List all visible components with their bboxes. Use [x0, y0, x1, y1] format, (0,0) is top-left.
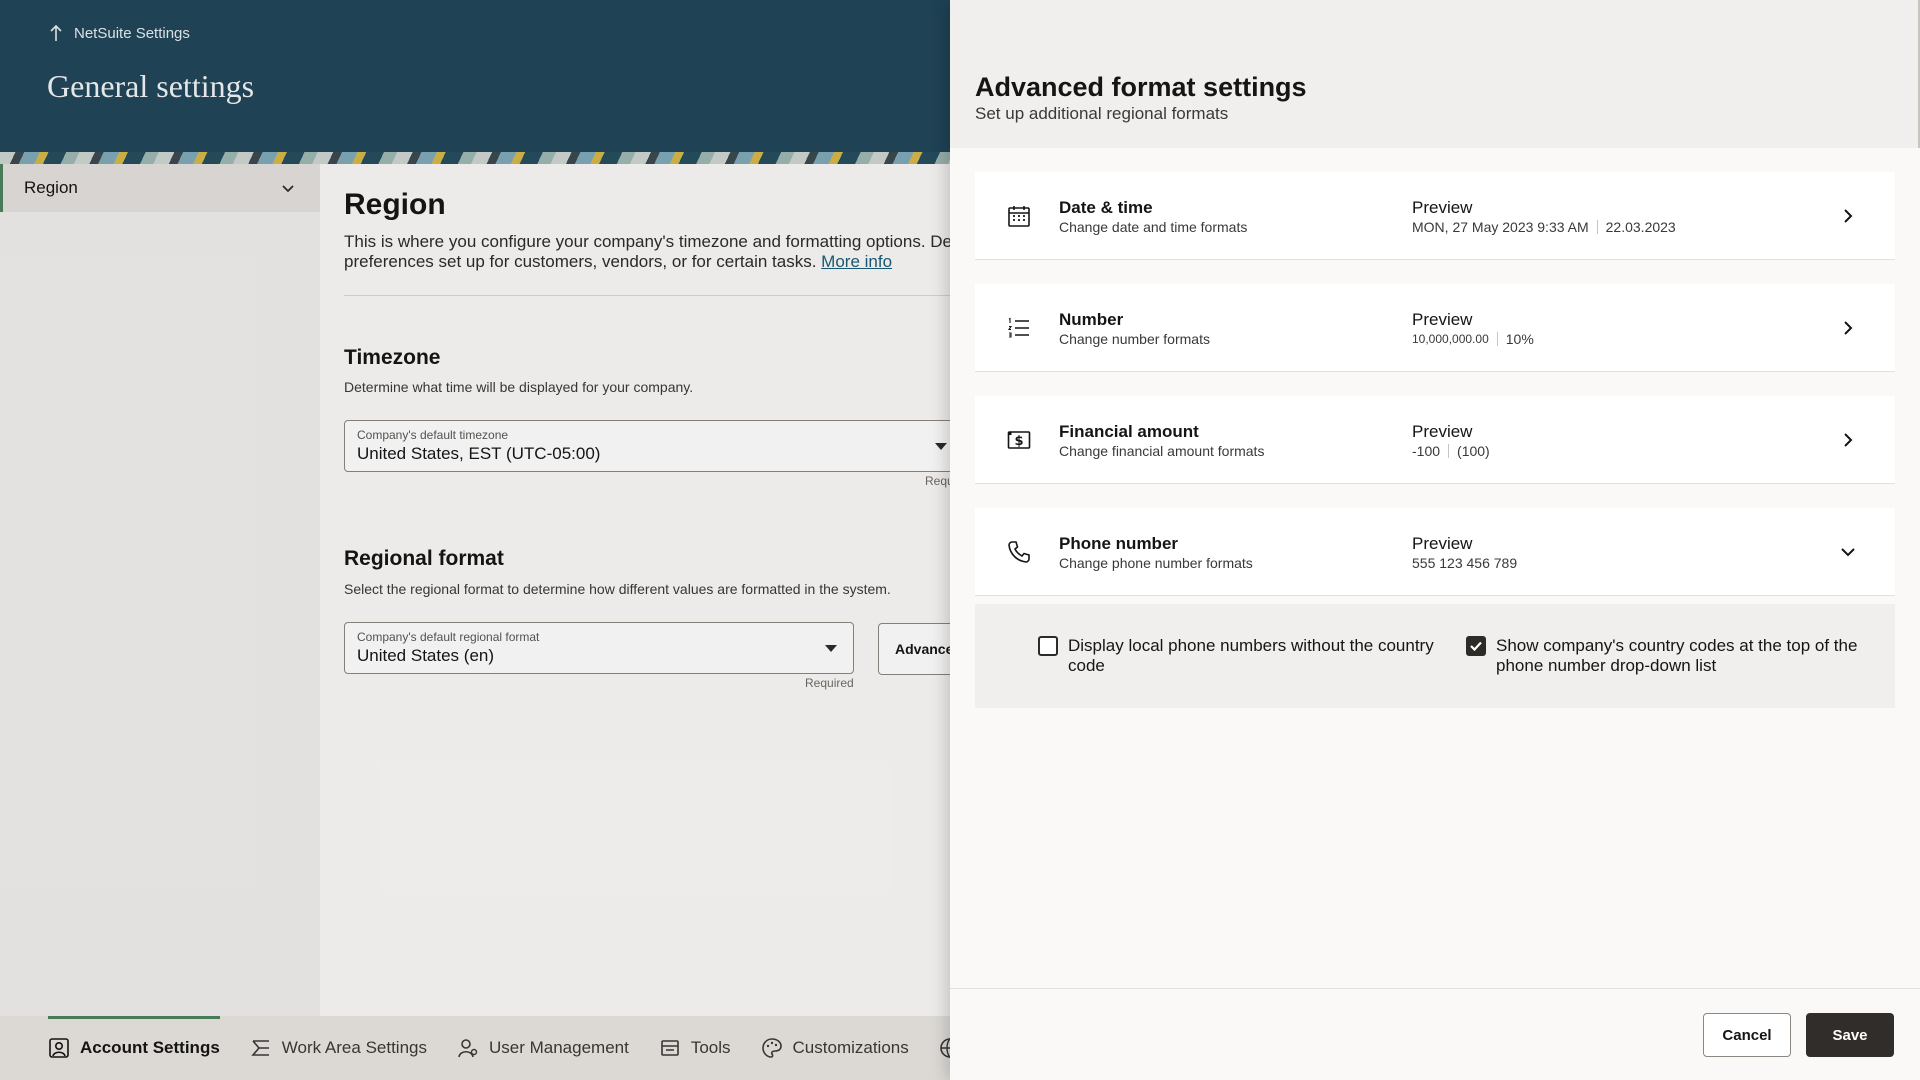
list-icon: [1007, 317, 1029, 338]
preview-value: MON, 27 May 2023 9:33 AM: [1412, 219, 1589, 235]
panel-subtitle: Set up additional regional formats: [975, 104, 1229, 123]
chevron-right-icon: [1844, 209, 1853, 223]
format-description: Change number formats: [1059, 331, 1210, 347]
format-row-date-time[interactable]: Date & time Change date and time formats…: [975, 172, 1895, 260]
format-name: Phone number: [1059, 534, 1179, 553]
preview-value: 555 123 456 789: [1412, 555, 1518, 571]
format-description: Change date and time formats: [1059, 219, 1248, 235]
format-row-phone-number[interactable]: Phone number Change phone number formats…: [975, 508, 1895, 596]
format-name: Date & time: [1059, 198, 1153, 217]
preview-values: -100 (100): [1412, 443, 1490, 459]
panel-footer: Cancel Save: [950, 988, 1920, 1080]
format-name: Financial amount: [1059, 422, 1199, 441]
preview-value: 10,000,000.00: [1412, 332, 1489, 346]
preview-values: MON, 27 May 2023 9:33 AM 22.03.2023: [1412, 219, 1676, 235]
format-description: Change financial amount formats: [1059, 443, 1265, 459]
divider: [1448, 444, 1450, 458]
option-local-without-country-code[interactable]: Display local phone numbers without the …: [1038, 636, 1438, 676]
preview-value: (100): [1457, 443, 1490, 459]
save-button[interactable]: Save: [1806, 1013, 1894, 1057]
format-name: Number: [1059, 310, 1124, 329]
chevron-down-icon: [1841, 548, 1855, 557]
preview-label: Preview: [1412, 534, 1473, 553]
option-label: Show company's country codes at the top …: [1496, 636, 1858, 675]
format-row-financial-amount[interactable]: $ Financial amount Change financial amou…: [975, 396, 1895, 484]
panel-title: Advanced format settings: [975, 72, 1307, 102]
chevron-right-icon: [1844, 321, 1853, 335]
preview-value: -100: [1412, 443, 1441, 459]
chevron-right-icon: [1844, 433, 1853, 447]
phone-number-options: Display local phone numbers without the …: [975, 604, 1895, 708]
option-label: Display local phone numbers without the …: [1068, 636, 1434, 675]
calendar-icon: [1008, 206, 1030, 227]
option-show-company-country-codes[interactable]: Show company's country codes at the top …: [1466, 636, 1866, 676]
check-icon: [1470, 641, 1482, 652]
preview-label: Preview: [1412, 310, 1473, 329]
preview-values: 555 123 456 789: [1412, 555, 1517, 571]
preview-label: Preview: [1412, 422, 1473, 441]
phone-icon: [1008, 541, 1030, 563]
panel-header: Advanced format settings Set up addition…: [950, 0, 1920, 148]
advanced-format-panel: Advanced format settings Set up addition…: [950, 0, 1920, 1080]
checkbox-checked[interactable]: [1466, 636, 1486, 656]
divider: [1596, 220, 1598, 234]
checkbox-unchecked[interactable]: [1038, 636, 1058, 656]
preview-label: Preview: [1412, 198, 1473, 217]
preview-value: 10%: [1505, 331, 1534, 347]
format-row-number[interactable]: Number Change number formats Preview 10,…: [975, 284, 1895, 372]
preview-values: 10,000,000.00 10%: [1412, 331, 1534, 347]
svg-text:$: $: [1014, 434, 1023, 449]
preview-value: 22.03.2023: [1605, 219, 1676, 235]
dollar-bill-icon: $: [1007, 431, 1031, 449]
cancel-button[interactable]: Cancel: [1703, 1013, 1791, 1057]
format-description: Change phone number formats: [1059, 555, 1253, 571]
overlay-scrim[interactable]: [0, 0, 950, 1080]
divider: [1496, 332, 1498, 346]
